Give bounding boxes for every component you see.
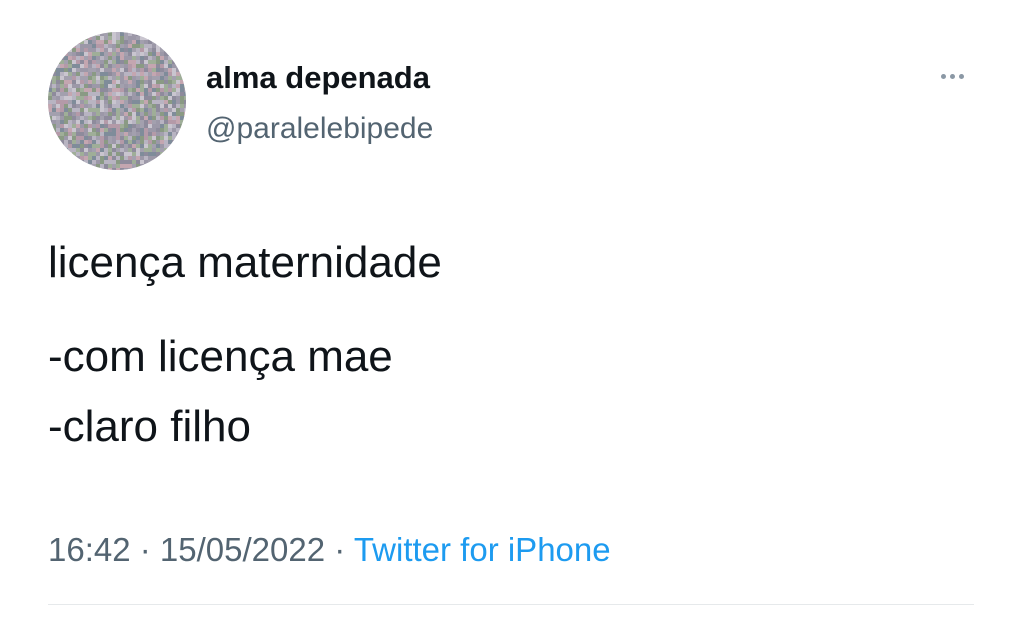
tweet-metadata: 16:42 · 15/05/2022 · Twitter for iPhone [48,528,611,572]
avatar[interactable] [48,32,186,170]
author-handle[interactable]: @paralelebipede [206,111,433,147]
tweet-time[interactable]: 16:42 [48,531,131,568]
more-horizontal-icon [949,73,955,79]
author-display-name[interactable]: alma depenada [206,60,430,96]
more-horizontal-icon [958,73,964,79]
tweet-text-line: licença maternidade [48,238,442,287]
tweet-text-line: -com licença mae [48,332,393,381]
divider [48,604,974,605]
meta-separator: · [325,531,354,568]
tweet-card: alma depenada @paralelebipede licença ma… [0,0,1024,620]
tweet-source-link[interactable]: Twitter for iPhone [354,531,611,568]
tweet-text-line: -claro filho [48,402,251,451]
more-options-button[interactable] [930,64,974,88]
pixel-noise-avatar-icon [48,32,186,170]
meta-separator: · [130,531,160,568]
tweet-date[interactable]: 15/05/2022 [160,531,325,568]
more-horizontal-icon [940,73,946,79]
